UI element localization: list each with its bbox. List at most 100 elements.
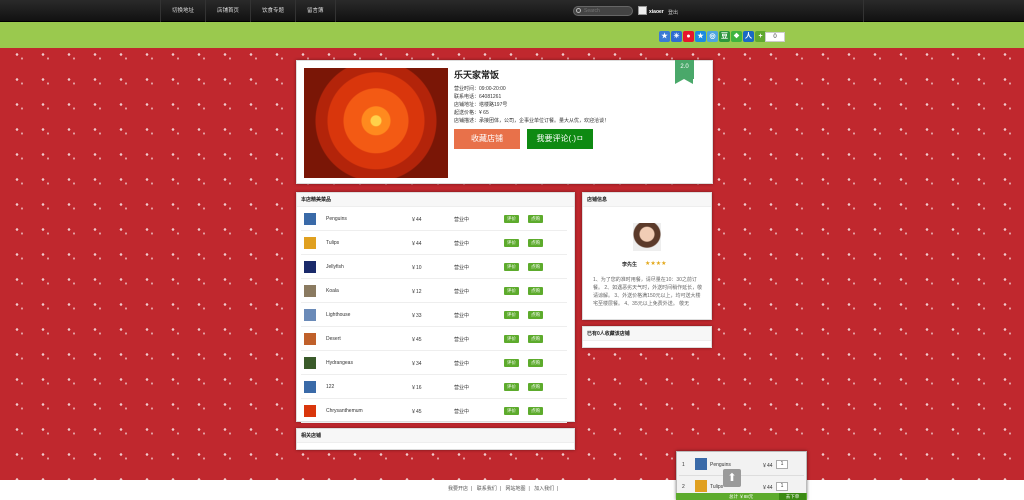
- order-dish-button[interactable]: 点购: [528, 335, 543, 343]
- rate-dish-button[interactable]: 评价: [504, 215, 519, 223]
- dish-row: Jellyfish ￥10 营业中 评价 点购: [301, 255, 567, 279]
- footer-sitemap[interactable]: 网站地图: [505, 486, 525, 492]
- dish-row: Chrysanthemum ￥45 营业中 评价 点购: [301, 399, 567, 423]
- qq-weibo-share-icon[interactable]: ◎: [707, 31, 718, 42]
- cart-item-thumb: [695, 480, 707, 492]
- owner-name: 李先生: [622, 262, 638, 268]
- footer-contact[interactable]: 联系我们: [477, 486, 497, 492]
- logout-link[interactable]: 登出: [668, 9, 678, 16]
- renren-share-icon[interactable]: 人: [743, 31, 754, 42]
- dish-price: ￥10: [411, 265, 422, 271]
- shop-description: 店铺描述：承接团体，公司，企事业单位订餐。量大从优，欢迎洽谈！: [454, 118, 610, 124]
- dish-name: Penguins: [326, 216, 347, 222]
- shop-card: 乐天家常饭 营业时间：09:00-20:00 联系电话：64081261 店铺地…: [296, 60, 713, 184]
- dish-row: Koala ￥12 营业中 评价 点购: [301, 279, 567, 303]
- cart-item-price: ￥44: [762, 485, 773, 491]
- dish-row: Hydrangeas ￥34 营业中 评价 点购: [301, 351, 567, 375]
- footer-links: 我要开店 | 联系我们 | 网站地图 | 加入我们 |: [448, 486, 559, 492]
- rate-dish-button[interactable]: 评价: [504, 407, 519, 415]
- dish-name: Lighthouse: [326, 312, 351, 318]
- footer-open-shop[interactable]: 我要开店: [448, 486, 468, 492]
- nav-food-topics[interactable]: 饮食专题: [250, 0, 295, 22]
- order-dish-button[interactable]: 点购: [528, 287, 543, 295]
- cart-item: 1 Penguins ￥44 1: [679, 454, 804, 476]
- baidu-share-icon[interactable]: ☀: [671, 31, 682, 42]
- dish-thumb: [304, 357, 316, 369]
- dish-thumb: [304, 285, 316, 297]
- top-bar: [0, 0, 1024, 22]
- back-to-top-arrow-icon[interactable]: ⬆: [723, 469, 741, 487]
- rate-dish-button[interactable]: 评价: [504, 287, 519, 295]
- order-dish-button[interactable]: 点购: [528, 215, 543, 223]
- footer-join[interactable]: 加入我们: [534, 486, 554, 492]
- rate-dish-button[interactable]: 评价: [504, 359, 519, 367]
- dish-name: Jellyfish: [326, 264, 344, 270]
- shop-details: 营业时间：09:00-20:00 联系电话：64081261 店铺地址：塔楼路1…: [454, 85, 609, 125]
- dish-row: Penguins ￥44 营业中 评价 点购: [301, 207, 567, 231]
- rate-dish-button[interactable]: 评价: [504, 311, 519, 319]
- share-icons: ★ ☀ ● ★ ◎ 豆 ❖ 人 +: [659, 31, 766, 42]
- favorite-share-icon[interactable]: ★: [659, 31, 670, 42]
- order-dish-button[interactable]: 点购: [528, 311, 543, 319]
- dish-price: ￥44: [411, 241, 422, 247]
- cart-item-price: ￥44: [762, 463, 773, 469]
- order-dish-button[interactable]: 点购: [528, 407, 543, 415]
- related-heading: 相关店铺: [297, 429, 574, 443]
- shop-title: 乐天家常饭: [454, 70, 500, 80]
- rate-dish-button[interactable]: 评价: [504, 383, 519, 391]
- dish-row: Tulips ￥44 营业中 评价 点购: [301, 231, 567, 255]
- favorites-count-card: 已有0人收藏该店铺: [582, 326, 712, 348]
- search-input[interactable]: [573, 6, 633, 16]
- dish-row: Lighthouse ￥33 营业中 评价 点购: [301, 303, 567, 327]
- douban-share-icon[interactable]: 豆: [719, 31, 730, 42]
- wechat-share-icon[interactable]: ❖: [731, 31, 742, 42]
- dish-name: 122: [326, 384, 335, 390]
- nav-shop-home[interactable]: 店铺首页: [205, 0, 250, 22]
- menu-heading: 本店精美菜品: [297, 193, 574, 207]
- dish-price: ￥16: [411, 385, 422, 391]
- rate-dish-button[interactable]: 评价: [504, 239, 519, 247]
- rating-stars-icon: ★★★★: [645, 261, 667, 267]
- dish-thumb: [304, 333, 316, 345]
- dish-price: ￥45: [411, 409, 422, 415]
- dish-status: 营业中: [454, 265, 470, 271]
- shop-rating-badge: 2.0: [675, 60, 694, 84]
- order-dish-button[interactable]: 点购: [528, 383, 543, 391]
- cart-item-number: 2: [682, 484, 685, 490]
- nav-switch-address[interactable]: 切换地址: [160, 0, 205, 22]
- cart-item-quantity[interactable]: 1: [776, 460, 788, 469]
- info-heading: 店铺信息: [583, 193, 711, 207]
- order-dish-button[interactable]: 点购: [528, 359, 543, 367]
- checkout-button[interactable]: 去下单: [779, 493, 806, 500]
- rate-dish-button[interactable]: 评价: [504, 263, 519, 271]
- shop-info-card: 店铺信息 李先生 ★★★★ 1、为了您的准时用餐，请尽量在10：30之前订餐。 …: [582, 192, 712, 320]
- dish-thumb: [304, 237, 316, 249]
- shop-phone: 联系电话：64081261: [454, 94, 502, 100]
- dish-name: Hydrangeas: [326, 360, 353, 366]
- dish-thumb: [304, 213, 316, 225]
- dish-status: 营业中: [454, 385, 470, 391]
- dish-status: 营业中: [454, 289, 470, 295]
- write-review-button[interactable]: 我要评论(.)ㅁ: [527, 129, 593, 149]
- cart-total: 总计 ￥88元: [729, 494, 754, 499]
- dish-thumb: [304, 405, 316, 417]
- qzone-share-icon[interactable]: ★: [695, 31, 706, 42]
- order-dish-button[interactable]: 点购: [528, 239, 543, 247]
- shop-address: 店铺地址：塔楼路197号: [454, 102, 508, 108]
- user-name[interactable]: xiaoer: [649, 9, 664, 15]
- dish-price: ￥12: [411, 289, 422, 295]
- rate-dish-button[interactable]: 评价: [504, 335, 519, 343]
- share-count: 0: [765, 32, 785, 42]
- cart-item-name: Penguins: [710, 462, 731, 468]
- user-avatar-icon: [638, 6, 647, 15]
- favorites-count-heading: 已有0人收藏该店铺: [583, 327, 711, 341]
- cart-item-quantity[interactable]: 1: [776, 482, 788, 491]
- cart-bar: 总计 ￥88元 去下单: [676, 493, 807, 500]
- favorite-shop-button[interactable]: 收藏店铺: [454, 129, 520, 149]
- dish-row: Desert ￥45 营业中 评价 点购: [301, 327, 567, 351]
- nav-guestbook[interactable]: 留言簿: [295, 0, 336, 22]
- order-dish-button[interactable]: 点购: [528, 263, 543, 271]
- dish-status: 营业中: [454, 217, 470, 223]
- weibo-share-icon[interactable]: ●: [683, 31, 694, 42]
- search-icon[interactable]: [576, 8, 581, 13]
